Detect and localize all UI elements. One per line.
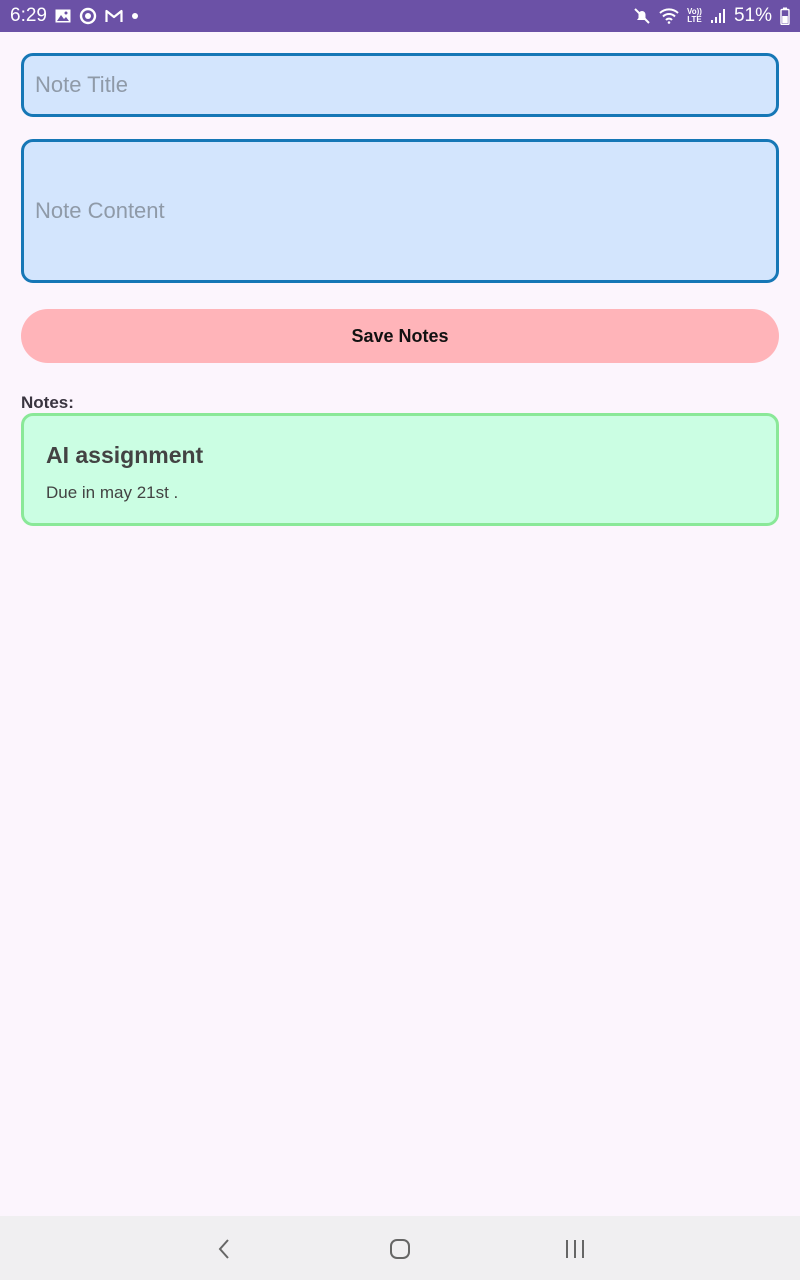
save-notes-button[interactable]: Save Notes (21, 309, 779, 363)
gallery-icon (55, 9, 71, 23)
status-bar: 6:29 Vo)) LTE 51% (0, 0, 800, 32)
notes-label: Notes: (21, 393, 74, 412)
note-content-input[interactable] (24, 142, 776, 280)
status-time: 6:29 (10, 5, 47, 26)
wifi-icon (659, 8, 679, 24)
back-icon (218, 1239, 229, 1259)
volte-lte-icon: Vo)) LTE (687, 8, 702, 24)
note-title-field[interactable] (21, 53, 779, 117)
gmail-icon (105, 9, 123, 23)
sync-icon (79, 7, 97, 25)
home-button[interactable] (385, 1234, 415, 1264)
home-icon (390, 1239, 410, 1259)
back-button[interactable] (209, 1234, 239, 1264)
recents-icon (566, 1240, 584, 1258)
battery-percent: 51% (733, 5, 772, 26)
signal-icon (710, 8, 726, 24)
lte-label: LTE (687, 15, 702, 24)
note-card-content: Due in may 21st . (46, 483, 179, 502)
note-card[interactable]: AI assignment Due in may 21st . (21, 413, 779, 526)
mute-icon (633, 7, 651, 25)
note-content-field[interactable] (21, 139, 779, 283)
recents-button[interactable] (560, 1234, 590, 1264)
navigation-bar (0, 1216, 800, 1280)
note-card-title: AI assignment (46, 442, 204, 468)
note-title-input[interactable] (24, 56, 776, 114)
dot-icon (131, 12, 139, 20)
status-right: Vo)) LTE 51% (633, 5, 790, 27)
status-left: 6:29 (10, 5, 139, 27)
battery-icon (780, 7, 790, 25)
